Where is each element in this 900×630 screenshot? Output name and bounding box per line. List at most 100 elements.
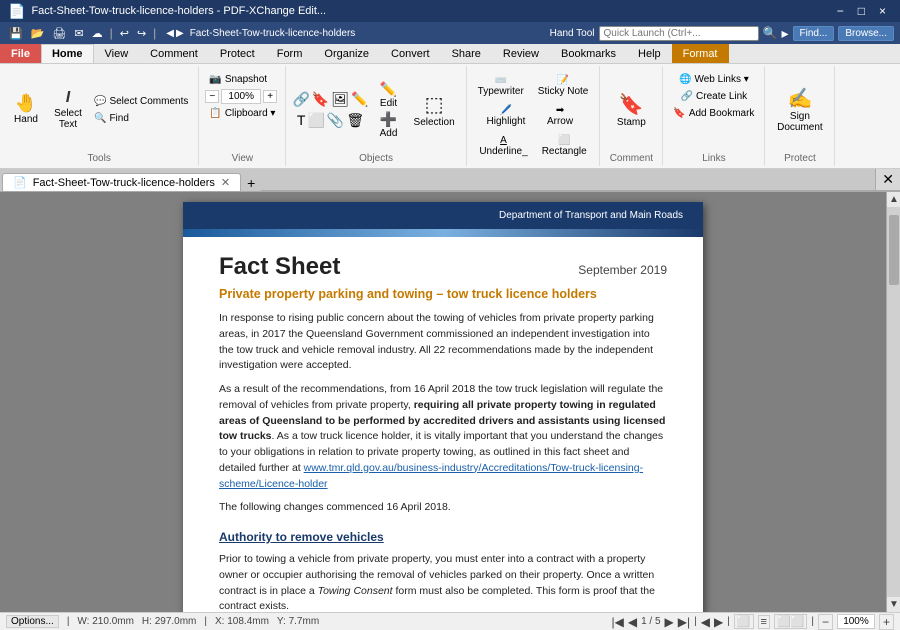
next-page-button[interactable]: ▶ [665, 615, 674, 629]
tab-format[interactable]: Format [672, 44, 729, 63]
quick-launch-input[interactable] [599, 26, 759, 41]
underline-button[interactable]: A Underline_ [474, 132, 532, 160]
select-comments-button[interactable]: 💬 Select Comments [90, 94, 192, 109]
select-text-button[interactable]: I SelectText [48, 87, 88, 133]
prev-page-button[interactable]: ◀ [628, 615, 637, 629]
scroll-up-button[interactable]: ▲ [887, 192, 900, 207]
tab-convert[interactable]: Convert [380, 44, 441, 63]
title-bar-right[interactable]: − □ × [831, 4, 892, 18]
pdf-content: Fact Sheet September 2019 Private proper… [183, 253, 703, 612]
pdf-title: Fact Sheet [219, 253, 340, 281]
nav-forward-button-2[interactable]: ▶ [714, 615, 723, 629]
tab-file[interactable]: File [0, 44, 41, 63]
ribbon-group-comment: 🔖 Stamp Comment [600, 66, 663, 166]
link-icon-1[interactable]: 🔗 [292, 91, 309, 108]
add-bookmark-button[interactable]: 🔖 Add Bookmark [669, 106, 758, 121]
doc-tab-0[interactable]: 📄 Fact-Sheet-Tow-truck-licence-holders ✕ [2, 173, 241, 191]
single-page-icon[interactable]: ⬜ [734, 614, 754, 629]
last-page-button[interactable]: ▶| [678, 615, 690, 629]
typewriter-button[interactable]: ⌨️ Typewriter [473, 72, 529, 100]
tab-view[interactable]: View [94, 44, 140, 63]
continuous-page-icon[interactable]: ≡ [758, 615, 770, 629]
rectangle-button[interactable]: ⬜ Rectangle [537, 132, 592, 160]
nav-back-button[interactable]: ◀ [166, 28, 174, 39]
text-icon[interactable]: T [297, 112, 306, 129]
tab-help[interactable]: Help [627, 44, 672, 63]
hand-tool-button[interactable]: 🤚 Hand [6, 91, 46, 128]
tab-organize[interactable]: Organize [313, 44, 380, 63]
pdf-link-1[interactable]: www.tmr.qld.gov.au/business-industry/Acc… [219, 462, 643, 490]
qa-open-button[interactable]: 📂 [28, 26, 48, 41]
web-links-button[interactable]: 🌐 Web Links ▾ [675, 72, 753, 87]
objects-main-buttons: ✏️ Edit ➕ Add [371, 81, 407, 139]
x-coord-display: X: 108.4mm [215, 616, 269, 627]
ribbon-group-tools: 🤚 Hand I SelectText 💬 Select Comments 🔍 … [0, 66, 199, 166]
pdf-para-3: The following changes commenced 16 April… [219, 500, 667, 516]
zoom-input[interactable] [221, 89, 261, 104]
find-results-button[interactable]: ▸ [781, 25, 788, 42]
zoom-in-button[interactable]: + [263, 90, 277, 103]
redo-button[interactable]: ↪ [134, 26, 149, 41]
tab-protect[interactable]: Protect [209, 44, 266, 63]
scroll-thumb[interactable] [889, 215, 899, 285]
snapshot-button[interactable]: 📷 Snapshot [205, 72, 271, 87]
close-button[interactable]: × [873, 4, 892, 18]
nav-back-button-2[interactable]: ◀ [701, 615, 710, 629]
eraser-icon[interactable]: 🗑 [346, 112, 364, 129]
pdf-area[interactable]: Department of Transport and Main Roads F… [0, 192, 886, 612]
zoom-in-status[interactable]: + [879, 614, 894, 630]
add-button[interactable]: ➕ Add [371, 111, 407, 139]
close-panel-button[interactable]: ✕ [875, 169, 900, 191]
arrow-button[interactable]: ➡ Arrow [535, 102, 585, 130]
image-icon[interactable]: 🖼 [331, 91, 349, 108]
selection-icon: ⬚ [425, 92, 444, 117]
new-tab-button[interactable]: + [241, 175, 261, 191]
find-button[interactable]: Find... [793, 26, 835, 41]
zoom-status-input[interactable] [837, 614, 875, 629]
minimize-button[interactable]: − [831, 4, 850, 18]
search-icon[interactable]: 🔍 [763, 26, 778, 40]
tab-comment[interactable]: Comment [139, 44, 209, 63]
bookmark-icon[interactable]: 🔖 [312, 91, 329, 108]
separator-1: | [67, 616, 70, 627]
first-page-button[interactable]: |◀ [611, 615, 623, 629]
sticky-note-button[interactable]: 📝 Sticky Note [533, 72, 594, 100]
sign-document-button[interactable]: ✍️ SignDocument [772, 83, 828, 136]
zoom-out-status[interactable]: − [818, 614, 833, 630]
tab-home[interactable]: Home [41, 44, 94, 63]
maximize-button[interactable]: □ [852, 4, 871, 18]
pencil-icon[interactable]: ✏️ [351, 91, 368, 108]
protect-group-label: Protect [784, 151, 816, 164]
undo-button[interactable]: ↩ [117, 26, 132, 41]
zoom-out-button[interactable]: − [205, 90, 219, 103]
selection-button[interactable]: ⬚ Selection [409, 82, 460, 138]
stamp-button[interactable]: 🔖 Stamp [606, 89, 656, 131]
browse-button[interactable]: Browse... [838, 26, 894, 41]
sign-document-icon: ✍️ [787, 86, 812, 111]
scroll-track[interactable] [887, 207, 900, 597]
two-page-icon[interactable]: ⬜⬜ [774, 614, 807, 629]
find-button-ribbon[interactable]: 🔍 Find [90, 111, 192, 126]
nav-forward-button[interactable]: ▶ [176, 28, 184, 39]
qa-email-button[interactable]: ✉ [71, 26, 86, 41]
tab-review[interactable]: Review [492, 44, 550, 63]
pdf-section-title-1: Authority to remove vehicles [219, 528, 667, 546]
create-link-button[interactable]: 🔗 Create Link [677, 89, 752, 104]
doc-tab-close-button[interactable]: ✕ [221, 176, 230, 189]
scroll-down-button[interactable]: ▼ [887, 597, 900, 612]
highlight-icon: 🖊️ [500, 105, 512, 116]
clip-icon[interactable]: 📎 [327, 112, 344, 129]
options-button[interactable]: Options... [6, 615, 59, 628]
qa-cloud-button[interactable]: ☁ [89, 26, 106, 41]
highlight-button[interactable]: 🖊️ Highlight [481, 102, 531, 130]
qa-save-button[interactable]: 💾 [6, 26, 26, 41]
tab-form[interactable]: Form [266, 44, 314, 63]
edit-button[interactable]: ✏️ Edit [371, 81, 407, 109]
tab-share[interactable]: Share [441, 44, 492, 63]
tab-bookmarks[interactable]: Bookmarks [550, 44, 627, 63]
clipboard-button[interactable]: 📋 Clipboard ▾ [205, 106, 279, 121]
qa-print-button[interactable]: 🖨 [49, 26, 69, 41]
objects-bottom-icons: T ⬜ 📎 🗑 [297, 112, 364, 129]
shape-icon[interactable]: ⬜ [307, 112, 324, 129]
vertical-scrollbar[interactable]: ▲ ▼ [886, 192, 900, 612]
